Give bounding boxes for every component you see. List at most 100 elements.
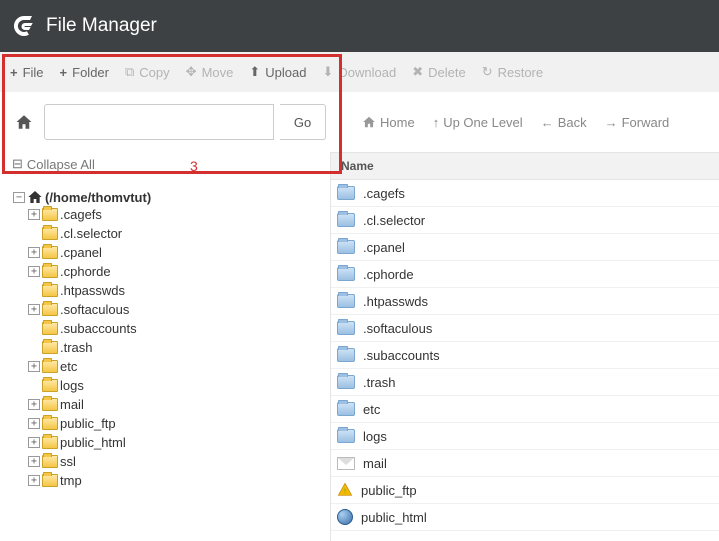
tree-item-label: .subaccounts	[60, 321, 137, 336]
collapse-label: Collapse All	[27, 157, 95, 172]
expand-toggle-icon[interactable]: +	[28, 304, 40, 315]
nav-back-button[interactable]: ← Back	[541, 115, 587, 130]
nav-up-button[interactable]: ↑Up One Level	[433, 115, 523, 130]
folder-icon	[42, 303, 58, 316]
tree-item-label: public_html	[60, 435, 126, 450]
collapse-toggle-icon[interactable]: −	[13, 192, 25, 203]
tree-root-label: (/home/thomvtut)	[45, 190, 151, 205]
delete-icon: ✖	[412, 64, 423, 80]
plus-icon: +	[60, 65, 68, 80]
file-row-label: .htpasswds	[363, 294, 428, 309]
file-row-label: public_html	[361, 510, 427, 525]
main-toolbar: +File + Folder ⧉Copy ✥Move ⬆Upload ⬇Downl…	[0, 52, 719, 92]
file-row[interactable]: .cl.selector	[331, 207, 719, 234]
tree-item-label: logs	[60, 378, 84, 393]
expand-toggle-icon[interactable]: +	[28, 266, 40, 277]
tree-item[interactable]: + mail	[28, 397, 320, 412]
expand-toggle-icon[interactable]: +	[28, 399, 40, 410]
expand-toggle-icon[interactable]: +	[28, 456, 40, 467]
folder-icon	[337, 267, 355, 281]
move-icon: ✥	[186, 64, 197, 80]
move-button[interactable]: ✥Move	[186, 64, 234, 80]
file-row[interactable]: .cphorde	[331, 261, 719, 288]
file-row-label: .cpanel	[363, 240, 405, 255]
file-row-label: logs	[363, 429, 387, 444]
column-header-name[interactable]: Name	[331, 152, 719, 180]
back-icon: ←	[541, 115, 554, 130]
go-button[interactable]: Go	[280, 104, 326, 140]
path-bar: Go Home ↑Up One Level ← Back →Forward	[0, 92, 719, 152]
download-button[interactable]: ⬇Download	[322, 64, 396, 80]
folder-icon	[42, 474, 58, 487]
globe-icon	[337, 509, 353, 525]
folder-icon	[42, 341, 58, 354]
folder-icon	[337, 240, 355, 254]
collapse-all-button[interactable]: ⊟ Collapse All	[12, 156, 320, 172]
file-row[interactable]: etc	[331, 396, 719, 423]
file-row[interactable]: .cpanel	[331, 234, 719, 261]
file-row[interactable]: logs	[331, 423, 719, 450]
forward-icon: →	[605, 115, 618, 130]
tree-item[interactable]: .subaccounts	[28, 321, 320, 336]
expand-toggle-icon[interactable]: +	[28, 437, 40, 448]
file-row-label: etc	[363, 402, 380, 417]
tree-item[interactable]: .cl.selector	[28, 226, 320, 241]
expand-toggle-icon[interactable]: +	[28, 475, 40, 486]
file-row[interactable]: mail	[331, 450, 719, 477]
upload-button[interactable]: ⬆Upload	[249, 64, 306, 80]
file-row-label: .cagefs	[363, 186, 405, 201]
file-row[interactable]: .subaccounts	[331, 342, 719, 369]
restore-button[interactable]: ↻Restore	[482, 64, 543, 80]
file-label: File	[23, 65, 44, 80]
tree-item[interactable]: +public_ftp	[28, 416, 320, 431]
tree-root[interactable]: − (/home/thomvtut)	[13, 189, 320, 205]
tree-item[interactable]: + .cpanel	[28, 245, 320, 260]
folder-icon	[337, 321, 355, 335]
tree-item-label: .cpanel	[60, 245, 102, 260]
expand-toggle-icon[interactable]: +	[28, 209, 40, 220]
new-folder-button[interactable]: + Folder	[60, 65, 109, 80]
tree-item[interactable]: +etc	[28, 359, 320, 374]
tree-item[interactable]: .htpasswds	[28, 283, 320, 298]
tree-item[interactable]: logs	[28, 378, 320, 393]
expand-toggle-icon	[28, 285, 40, 296]
folder-label: Folder	[72, 65, 109, 80]
copy-button[interactable]: ⧉Copy	[125, 64, 170, 80]
file-row-label: mail	[363, 456, 387, 471]
tree-item[interactable]: + public_html	[28, 435, 320, 450]
expand-toggle-icon[interactable]: +	[28, 361, 40, 372]
sidebar: ⊟ Collapse All − (/home/thomvtut) +.cage…	[0, 152, 330, 541]
path-input[interactable]	[44, 104, 274, 140]
home-icon-button[interactable]	[10, 104, 38, 140]
tree-item[interactable]: + .softaculous	[28, 302, 320, 317]
tree-item[interactable]: +.cphorde	[28, 264, 320, 279]
expand-toggle-icon[interactable]: +	[28, 418, 40, 429]
file-row-label: public_ftp	[361, 483, 417, 498]
folder-icon	[337, 294, 355, 308]
delete-button[interactable]: ✖Delete	[412, 64, 465, 80]
tree-item-label: mail	[60, 397, 84, 412]
annotation-number: 3	[190, 158, 198, 174]
download-icon: ⬇	[322, 64, 333, 80]
file-row[interactable]: .softaculous	[331, 315, 719, 342]
tree-item[interactable]: +ssl	[28, 454, 320, 469]
folder-icon	[42, 246, 58, 259]
folder-icon	[42, 208, 58, 221]
nav-home-button[interactable]: Home	[362, 115, 415, 130]
tree-item-label: .softaculous	[60, 302, 129, 317]
folder-icon	[42, 379, 58, 392]
file-row[interactable]: .trash	[331, 369, 719, 396]
tree-item[interactable]: .trash	[28, 340, 320, 355]
tree-item[interactable]: +tmp	[28, 473, 320, 488]
file-row[interactable]: .htpasswds	[331, 288, 719, 315]
nav-buttons: Home ↑Up One Level ← Back →Forward	[362, 115, 669, 130]
file-row[interactable]: !public_ftp	[331, 477, 719, 504]
nav-forward-button[interactable]: →Forward	[605, 115, 670, 130]
file-row[interactable]: public_html	[331, 504, 719, 531]
tree-item[interactable]: +.cagefs	[28, 207, 320, 222]
expand-toggle-icon[interactable]: +	[28, 247, 40, 258]
new-file-button[interactable]: +File	[10, 65, 44, 80]
nav-back-label: Back	[558, 115, 587, 130]
folder-icon	[42, 417, 58, 430]
file-row[interactable]: .cagefs	[331, 180, 719, 207]
